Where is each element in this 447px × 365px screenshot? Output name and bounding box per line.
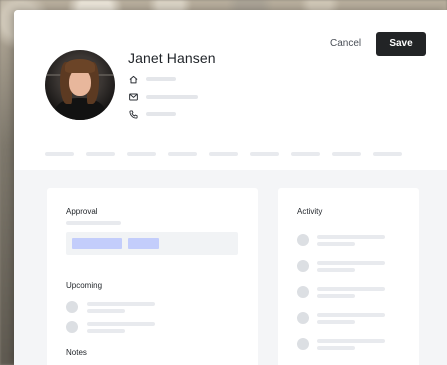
- upcoming-line: [87, 322, 155, 326]
- profile-panel: Janet Hansen Cancel Save Approval Upcomi…: [14, 10, 447, 365]
- activity-line: [317, 287, 385, 291]
- tab-2[interactable]: [86, 152, 115, 156]
- activity-title: Activity: [297, 207, 323, 216]
- activity-line: [317, 320, 355, 324]
- activity-avatar: [297, 286, 309, 298]
- activity-line: [317, 294, 355, 298]
- tab-9[interactable]: [373, 152, 402, 156]
- activity-avatar: [297, 312, 309, 324]
- activity-line: [317, 268, 355, 272]
- activity-line: [317, 339, 385, 343]
- avatar: [45, 50, 115, 120]
- activity-avatar: [297, 338, 309, 350]
- approval-title: Approval: [66, 207, 98, 216]
- phone-row: [128, 108, 176, 120]
- activity-line: [317, 313, 385, 317]
- save-button[interactable]: Save: [376, 32, 426, 56]
- approval-chip[interactable]: [128, 238, 159, 249]
- activity-line: [317, 235, 385, 239]
- mail-icon: [128, 92, 138, 102]
- tab-6[interactable]: [250, 152, 279, 156]
- phone-placeholder: [146, 112, 176, 116]
- phone-icon: [128, 109, 138, 119]
- upcoming-line: [87, 309, 125, 313]
- upcoming-line: [87, 329, 125, 333]
- tab-1[interactable]: [45, 152, 74, 156]
- activity-avatar: [297, 260, 309, 272]
- activity-line: [317, 261, 385, 265]
- address-placeholder: [146, 77, 176, 81]
- upcoming-title: Upcoming: [66, 281, 103, 290]
- activity-avatar: [297, 234, 309, 246]
- upcoming-avatar: [66, 301, 78, 313]
- approval-subtitle-placeholder: [66, 221, 121, 225]
- upcoming-avatar: [66, 321, 78, 333]
- email-row: [128, 91, 198, 103]
- activity-line: [317, 242, 355, 246]
- activity-card: Activity: [278, 188, 419, 365]
- email-placeholder: [146, 95, 198, 99]
- upcoming-line: [87, 302, 155, 306]
- approval-chip[interactable]: [72, 238, 122, 249]
- details-card: Approval Upcoming Notes: [47, 188, 258, 365]
- tab-5[interactable]: [209, 152, 238, 156]
- tab-8[interactable]: [332, 152, 361, 156]
- tab-bar: [45, 152, 402, 156]
- activity-line: [317, 346, 355, 350]
- tab-4[interactable]: [168, 152, 197, 156]
- home-icon: [128, 74, 138, 84]
- tab-7[interactable]: [291, 152, 320, 156]
- profile-header: Janet Hansen Cancel Save: [14, 10, 447, 170]
- approval-box: [66, 232, 238, 255]
- address-row: [128, 73, 176, 85]
- tab-3[interactable]: [127, 152, 156, 156]
- notes-title: Notes: [66, 348, 87, 357]
- cancel-button[interactable]: Cancel: [326, 34, 365, 54]
- profile-name: Janet Hansen: [128, 50, 216, 66]
